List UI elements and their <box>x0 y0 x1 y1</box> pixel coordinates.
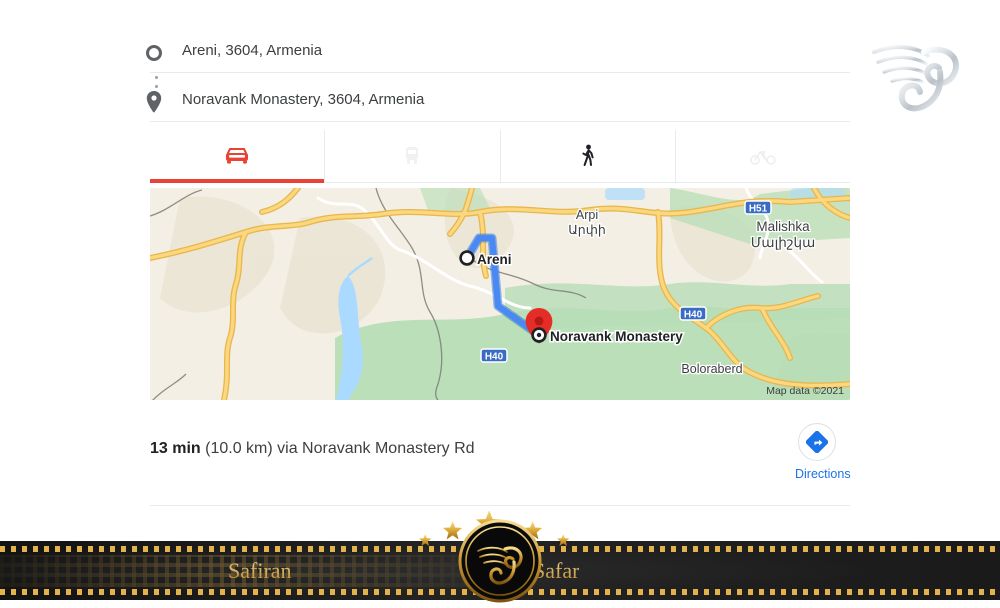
directions-button[interactable]: Directions <box>795 423 851 481</box>
destination-value: Noravank Monastery, 3604, Armenia <box>182 91 425 108</box>
svg-text:Boloraberd: Boloraberd <box>681 362 742 376</box>
tab-indicator <box>325 179 499 183</box>
svg-text:Malishka: Malishka <box>756 219 810 234</box>
directions-form: Areni, 3604, Armenia Noravank Monastery,… <box>146 36 850 122</box>
travel-mode-tabs <box>150 130 850 183</box>
winged-s-medallion-icon <box>458 519 542 603</box>
brand-name-left: Safiran <box>228 557 292 583</box>
svg-text:H40: H40 <box>485 351 504 362</box>
origin-marker: Areni <box>459 250 513 269</box>
svg-text:Areni: Areni <box>477 252 512 267</box>
tab-driving[interactable] <box>150 130 326 183</box>
origin-circle-icon <box>146 45 162 61</box>
tab-indicator <box>676 179 850 183</box>
route-summary: 13 min (10.0 km) via Noravank Monastery … <box>150 440 475 458</box>
bicycle-icon <box>750 150 776 165</box>
tab-indicator <box>501 179 675 183</box>
origin-field[interactable]: Areni, 3604, Armenia <box>146 36 850 97</box>
shield-h51: H51 <box>744 200 772 215</box>
walking-icon <box>582 144 594 166</box>
directions-button-circle[interactable] <box>798 423 836 461</box>
shield-h40-west: H40 <box>480 348 508 363</box>
tab-walking[interactable] <box>501 130 676 182</box>
svg-text:H40: H40 <box>684 309 703 320</box>
svg-text:Արփի: Արփի <box>568 223 606 237</box>
destination-field[interactable]: Noravank Monastery, 3604, Armenia <box>146 85 850 122</box>
watermark-logo <box>862 22 980 134</box>
tab-bicycling[interactable] <box>676 130 850 182</box>
map-attribution: Map data ©2021 <box>766 385 844 397</box>
route-duration: 13 min <box>150 440 201 457</box>
svg-text:Noravank Monastery: Noravank Monastery <box>550 329 683 344</box>
origin-value: Areni, 3604, Armenia <box>182 42 323 59</box>
shield-h40-east: H40 <box>679 306 707 321</box>
svg-text:H51: H51 <box>749 203 768 214</box>
directions-button-label: Directions <box>795 467 851 481</box>
car-icon <box>226 148 249 164</box>
route-distance: (10.0 km) via Noravank Monastery Rd <box>200 440 475 457</box>
tab-transit[interactable] <box>325 130 501 183</box>
transit-icon <box>406 147 419 164</box>
map-pin-icon <box>146 91 162 113</box>
route-map[interactable]: H51 H40 H40 Arpi Արփի Malishka Մալիշկա B… <box>150 188 850 400</box>
svg-text:Մալիշկա: Մալիշկա <box>751 235 816 250</box>
section-divider <box>150 505 850 506</box>
svg-text:Arpi: Arpi <box>576 208 598 222</box>
directions-arrow-icon <box>806 431 828 453</box>
active-tab-indicator <box>150 179 325 183</box>
